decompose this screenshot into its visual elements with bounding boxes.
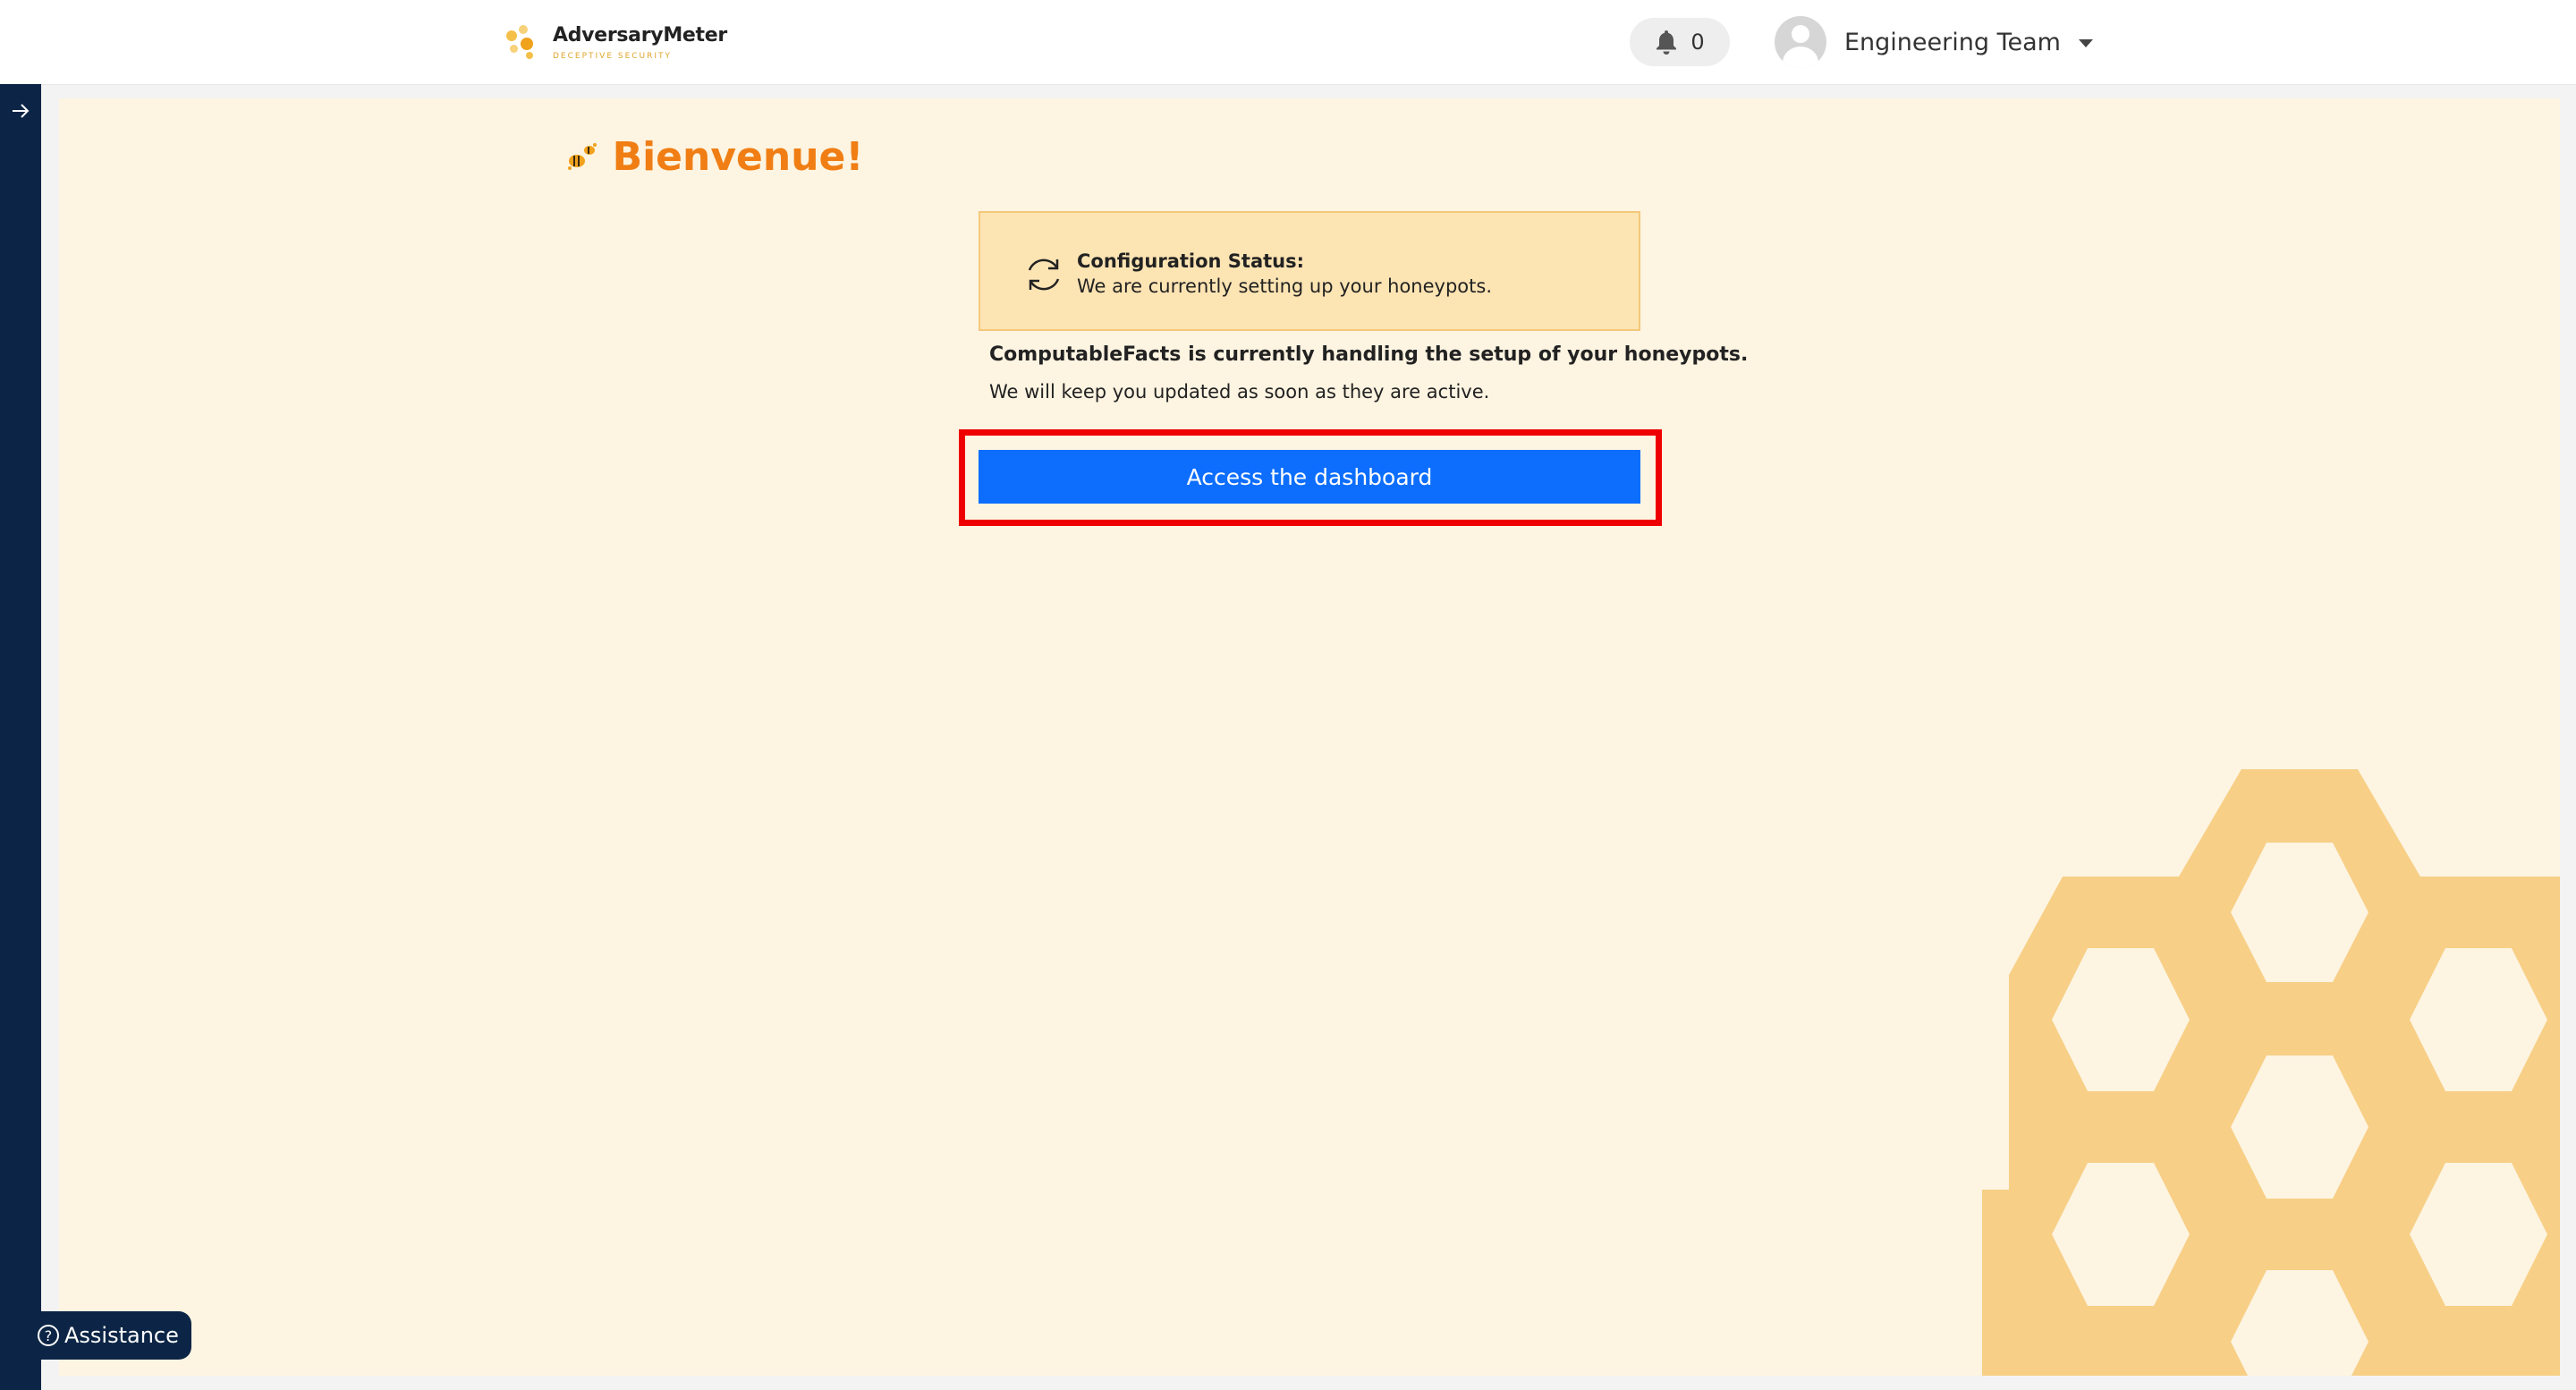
question-circle-icon: ?	[38, 1325, 59, 1346]
honeycomb-background	[1982, 769, 2560, 1376]
welcome-heading: Bienvenue!	[59, 134, 1368, 180]
update-text: We will keep you updated as soon as they…	[989, 381, 1490, 403]
welcome-title: Bienvenue!	[612, 134, 864, 180]
status-message: We are currently setting up your honeypo…	[1077, 275, 1492, 297]
user-name: Engineering Team	[1844, 28, 2061, 56]
logo-title: AdversaryMeter	[553, 23, 727, 47]
chevron-down-icon	[2078, 38, 2093, 47]
bees-icon	[567, 142, 597, 170]
assistance-button[interactable]: ? Assistance	[20, 1311, 191, 1360]
assistance-label: Assistance	[64, 1323, 179, 1348]
handling-text: ComputableFacts is currently handling th…	[989, 343, 1749, 366]
app-logo[interactable]: AdversaryMeter DECEPTIVE SECURITY	[501, 20, 727, 64]
access-dashboard-button[interactable]: Access the dashboard	[979, 450, 1640, 504]
user-avatar-icon	[1775, 16, 1826, 68]
status-label: Configuration Status:	[1077, 250, 1305, 272]
bell-icon	[1657, 30, 1677, 55]
configuration-status-alert: Configuration Status: We are currently s…	[979, 211, 1640, 331]
honeycomb-logo-icon	[501, 21, 542, 63]
logo-subtitle: DECEPTIVE SECURITY	[553, 51, 673, 61]
main-content: Bienvenue! Configuration Status: We are …	[59, 98, 2560, 1376]
sidebar	[0, 84, 41, 1390]
status-text: Configuration Status: We are currently s…	[1077, 249, 1492, 299]
notifications-button[interactable]: 0	[1630, 18, 1730, 66]
user-menu[interactable]: Engineering Team	[1775, 16, 2093, 68]
top-navbar: AdversaryMeter DECEPTIVE SECURITY 0 Engi…	[0, 0, 2576, 85]
sync-icon	[1028, 259, 1060, 291]
arrow-right-icon[interactable]	[8, 98, 33, 123]
notification-count: 0	[1690, 30, 1705, 55]
